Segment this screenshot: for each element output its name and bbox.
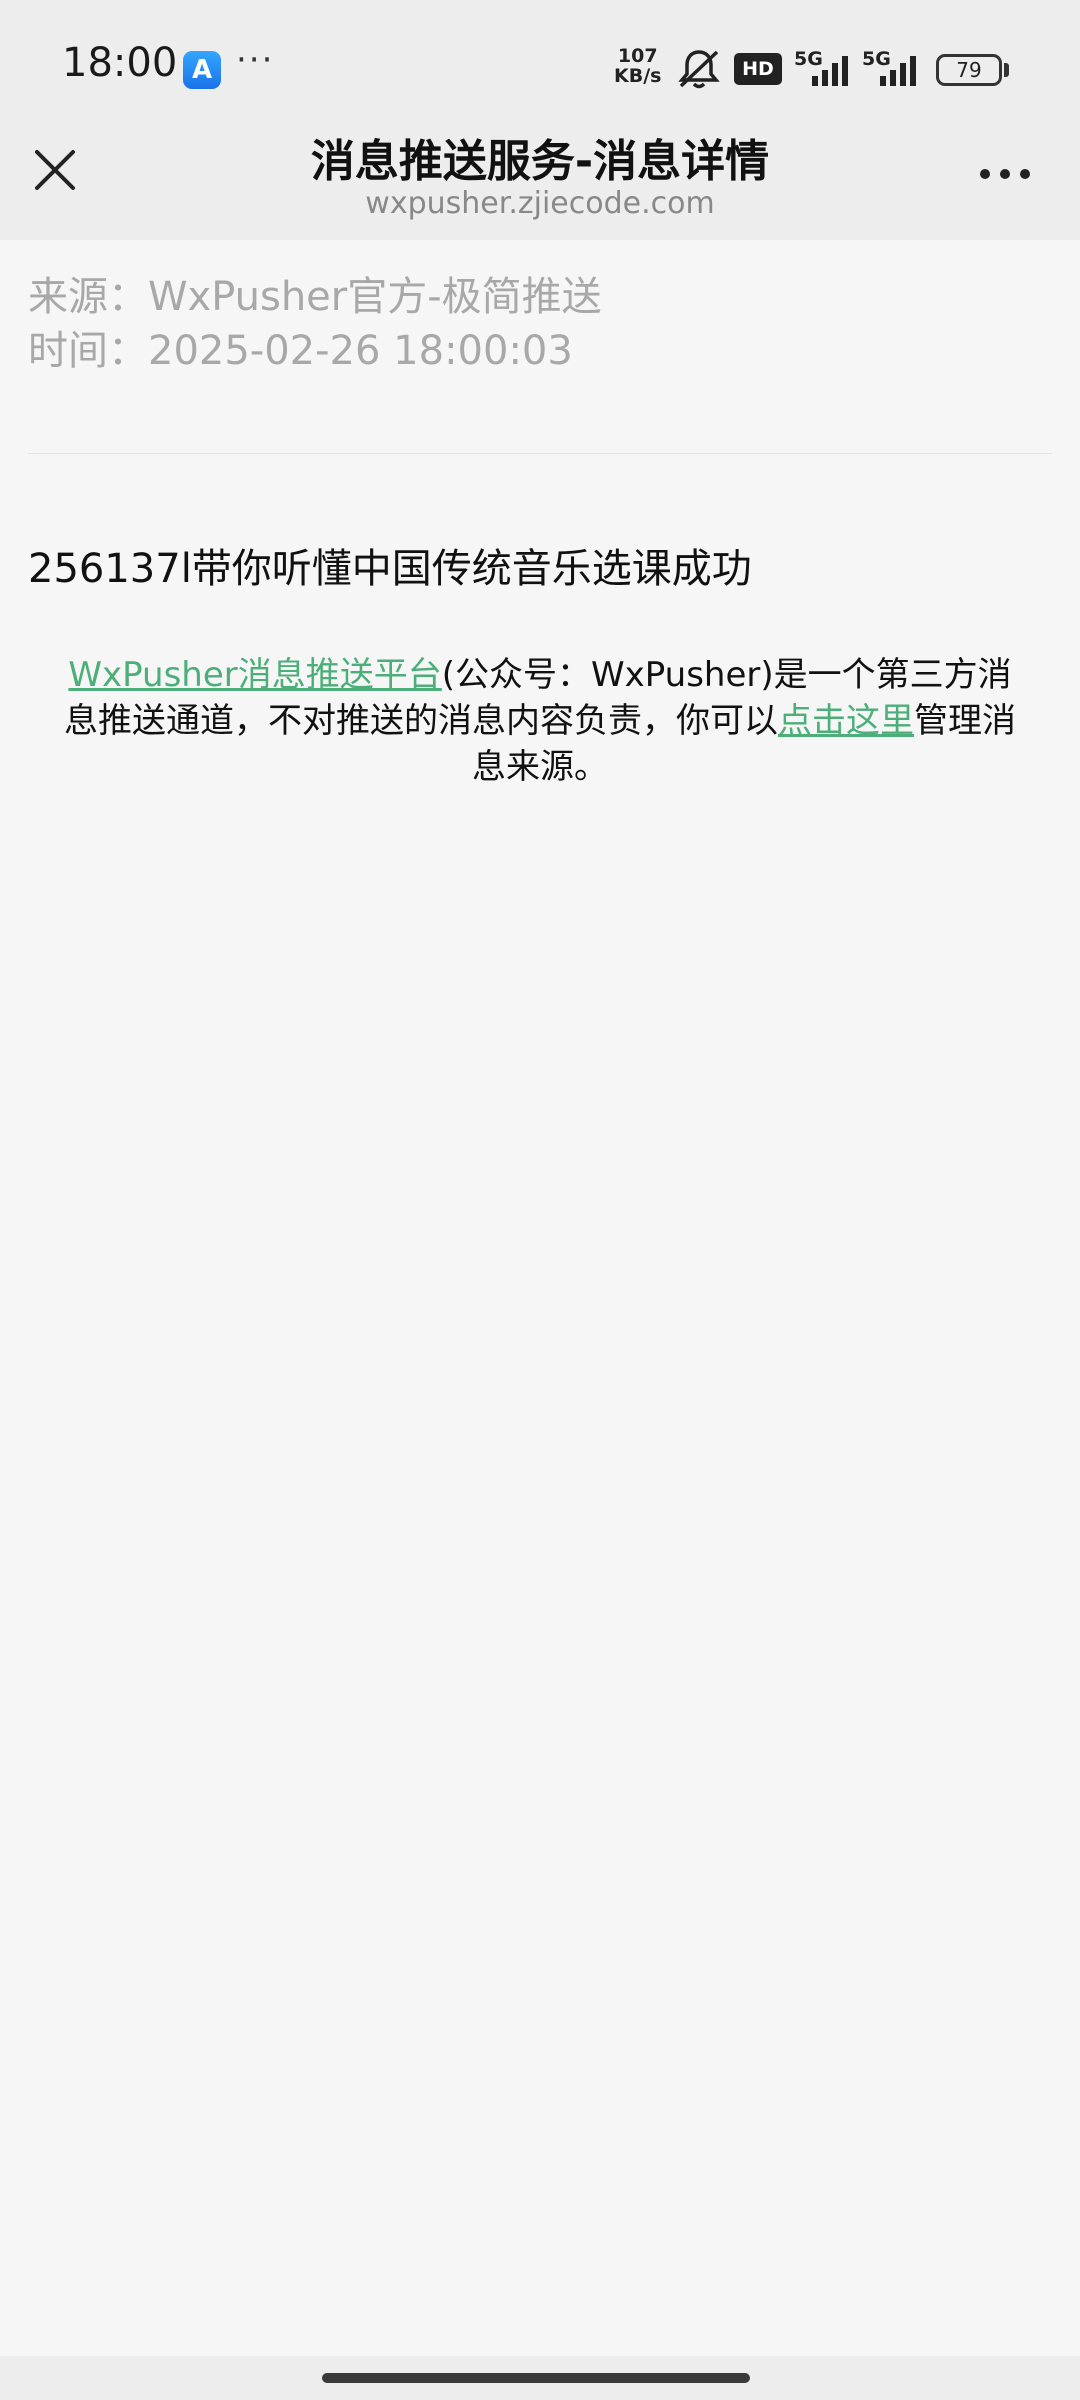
signal-icon xyxy=(812,56,848,86)
battery-nub xyxy=(1004,63,1009,77)
status-time: 18:00 xyxy=(62,40,178,86)
hd-icon: HD xyxy=(734,53,782,85)
muted-bell-icon xyxy=(678,50,720,89)
app-store-icon: A xyxy=(183,51,221,89)
divider xyxy=(28,453,1052,454)
message-source: 来源：WxPusher官方-极简推送 xyxy=(28,274,602,320)
wxpusher-platform-link[interactable]: WxPusher消息推送平台 xyxy=(68,655,441,695)
disclaimer-notice: WxPusher消息推送平台(公众号：WxPusher)是一个第三方消息推送通道… xyxy=(62,652,1018,790)
message-time: 时间：2025-02-26 18:00:03 xyxy=(28,328,573,374)
more-icon[interactable] xyxy=(978,162,1032,186)
more-notifications-icon: ··· xyxy=(236,40,275,80)
message-title: 256137l带你听懂中国传统音乐选课成功 xyxy=(28,546,752,592)
signal-icon xyxy=(880,56,916,86)
manage-sources-link[interactable]: 点击这里 xyxy=(778,701,914,741)
home-indicator[interactable] xyxy=(322,2373,750,2383)
page-domain: wxpusher.zjiecode.com xyxy=(365,186,715,221)
network-speed-unit: KB/s xyxy=(614,65,662,87)
network-speed: 107 KB/s xyxy=(614,46,661,86)
page-title: 消息推送服务-消息详情 xyxy=(310,136,770,187)
network-speed-value: 107 xyxy=(617,45,658,67)
battery-icon: 79 xyxy=(936,54,1002,86)
